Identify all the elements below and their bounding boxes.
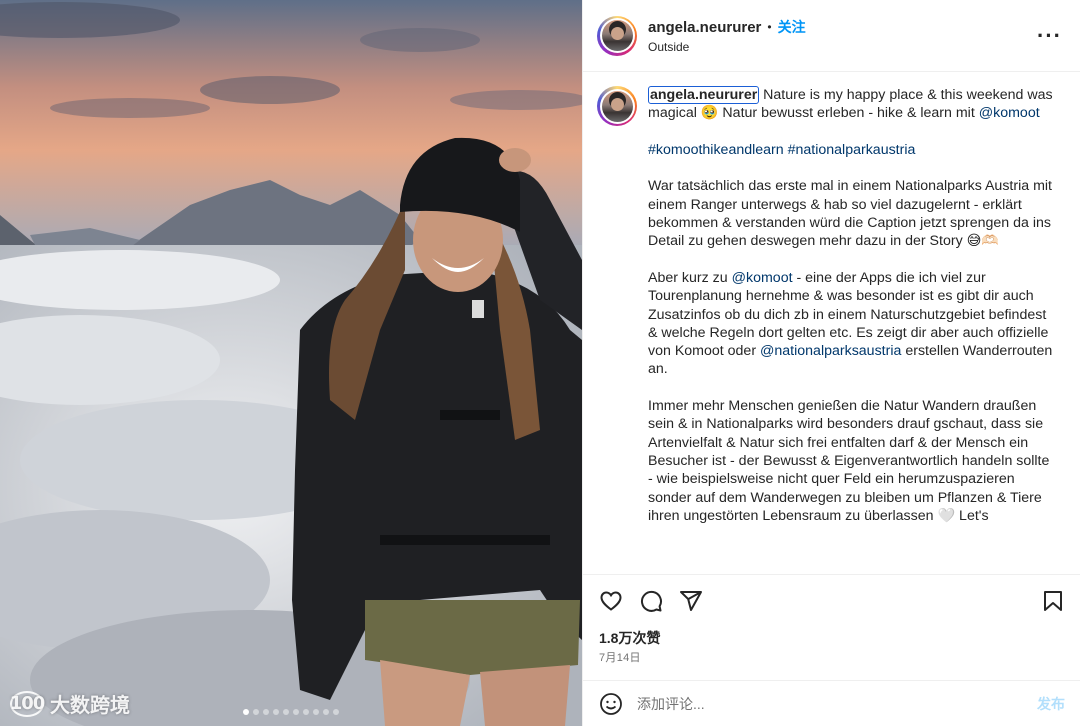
caption-avatar[interactable] <box>597 86 637 126</box>
bookmark-icon[interactable] <box>1041 589 1065 613</box>
caption-username-link[interactable]: angela.neururer <box>648 86 760 104</box>
avatar[interactable] <box>597 15 637 56</box>
carousel-dot[interactable] <box>303 709 309 715</box>
photo-illustration <box>0 0 582 726</box>
separator-dot: • <box>767 20 772 34</box>
post-date: 7月14日 <box>599 652 641 664</box>
share-icon[interactable] <box>679 589 703 613</box>
carousel-dot[interactable] <box>323 709 329 715</box>
comment-input[interactable] <box>637 695 1037 712</box>
post-header: angela.neururer • 关注 Outside ··· <box>583 0 1080 72</box>
comment-icon[interactable] <box>639 589 663 613</box>
comment-bar: 发布 <box>583 680 1080 726</box>
caption-hashtags: #komoothikeandlearn #nationalparkaustria <box>648 141 1058 159</box>
heart-icon[interactable] <box>599 589 623 613</box>
post-viewer: 100 大数跨境 angela.neururer • 关注 Outside ··… <box>0 0 1080 726</box>
hashtag-nationalparkaustria[interactable]: #nationalparkaustria <box>788 142 916 158</box>
caption-paragraph: Aber kurz zu @komoot - eine der Apps die… <box>648 269 1053 378</box>
likes-count[interactable]: 1.8万次赞 <box>599 628 660 648</box>
post-photo[interactable]: 100 大数跨境 <box>0 0 582 726</box>
avatar-image <box>601 20 633 51</box>
caption-area[interactable]: angela.neururer Nature is my happy place… <box>583 72 1080 574</box>
hashtag-komoothikeandlearn[interactable]: #komoothikeandlearn <box>648 142 784 158</box>
more-options-icon[interactable]: ··· <box>1037 25 1062 47</box>
carousel-indicator <box>0 709 582 715</box>
mention-komoot[interactable]: @komoot <box>979 105 1040 121</box>
follow-button[interactable]: 关注 <box>778 17 806 37</box>
location-link[interactable]: Outside <box>648 40 806 54</box>
carousel-dot[interactable] <box>253 709 259 715</box>
caption-paragraph: Immer mehr Menschen genießen die Natur W… <box>648 398 1050 524</box>
carousel-dot[interactable] <box>243 709 249 715</box>
action-bar <box>583 574 1080 626</box>
carousel-dot[interactable] <box>293 709 299 715</box>
emoji-icon[interactable] <box>599 692 623 716</box>
mention-komoot[interactable]: @komoot <box>732 270 793 286</box>
carousel-dot[interactable] <box>283 709 289 715</box>
post-panel: angela.neururer • 关注 Outside ··· angela.… <box>582 0 1080 726</box>
username-link[interactable]: angela.neururer <box>648 19 761 36</box>
post-comment-button[interactable]: 发布 <box>1037 694 1065 714</box>
carousel-dot[interactable] <box>263 709 269 715</box>
carousel-dot[interactable] <box>273 709 279 715</box>
caption-text: angela.neururer Nature is my happy place… <box>648 86 1058 574</box>
caption-paragraph: angela.neururer Nature is my happy place… <box>648 86 1053 122</box>
avatar-image <box>601 90 633 122</box>
carousel-dot[interactable] <box>333 709 339 715</box>
caption-paragraph: War tatsächlich das erste mal in einem N… <box>648 178 1052 250</box>
mention-nationalparksaustria[interactable]: @nationalparksaustria <box>760 343 901 359</box>
carousel-dot[interactable] <box>313 709 319 715</box>
